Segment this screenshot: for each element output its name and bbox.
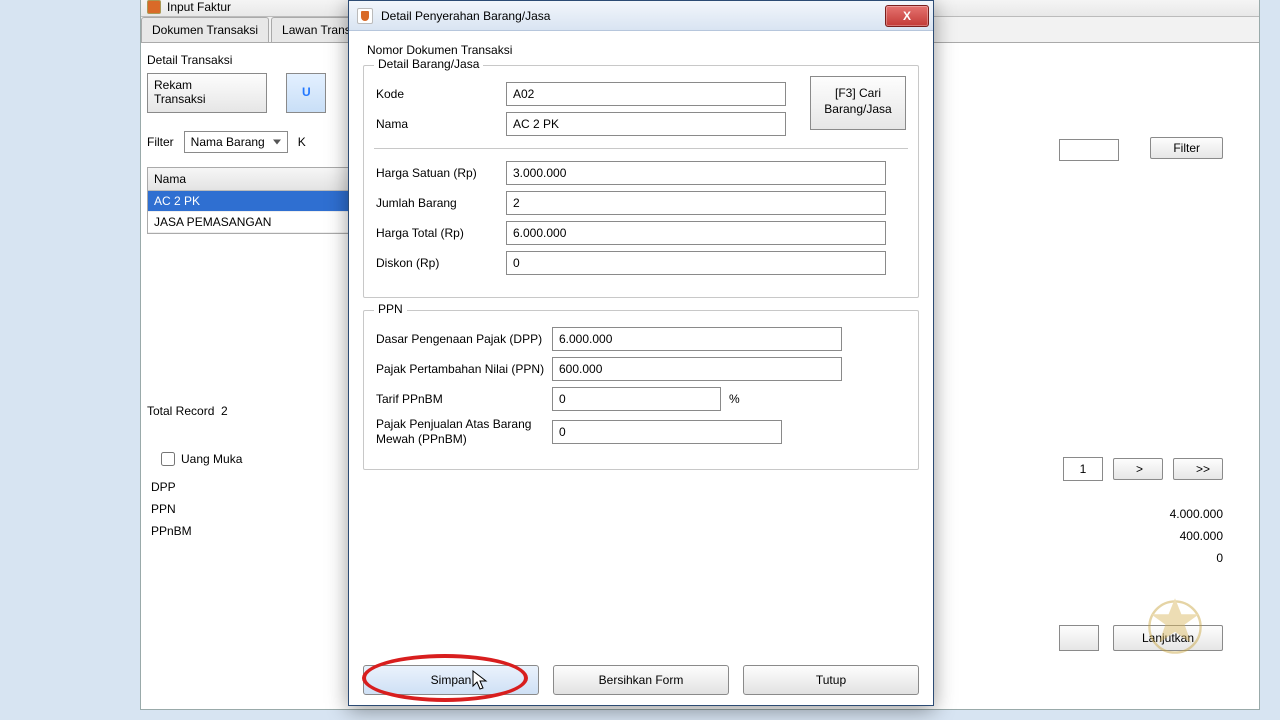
summary-ppn-value: 400.000 [1170,525,1223,547]
close-icon: X [903,9,911,23]
filter-label: Filter [147,135,174,149]
next-page-button[interactable]: > [1113,458,1163,480]
ppn-title: PPN [374,302,407,316]
last-page-button[interactable]: >> [1173,458,1223,480]
dialog-body: Nomor Dokumen Transaksi Detail Barang/Ja… [349,31,933,490]
close-button[interactable]: X [885,5,929,27]
harga-satuan-label: Harga Satuan (Rp) [376,166,506,180]
ppnbm-input[interactable] [552,420,782,444]
diskon-input[interactable] [506,251,886,275]
uang-muka-checkbox[interactable] [161,452,175,466]
java-icon [357,8,373,24]
cari-line1: [F3] Cari [811,85,905,101]
simpan-button[interactable]: Simpan [363,665,539,695]
right-filter-input[interactable] [1059,139,1119,161]
jumlah-barang-input[interactable] [506,191,886,215]
lanjutkan-button[interactable]: Lanjutkan [1113,625,1223,651]
tab-dokumen-transaksi[interactable]: Dokumen Transaksi [141,17,269,42]
tarif-ppnbm-input[interactable] [552,387,721,411]
dpp-input[interactable] [552,327,842,351]
dialog-footer: Simpan Bersihkan Form Tutup [349,665,933,695]
detail-penyerahan-dialog: Detail Penyerahan Barang/Jasa X Nomor Do… [348,0,934,706]
filter-k: K [298,135,306,149]
dialog-title: Detail Penyerahan Barang/Jasa [381,9,550,23]
total-record-label: Total Record [147,404,214,418]
harga-total-label: Harga Total (Rp) [376,226,506,240]
nomor-dokumen-label: Nomor Dokumen Transaksi [367,43,919,57]
page-input[interactable] [1063,457,1103,481]
bersihkan-form-button[interactable]: Bersihkan Form [553,665,729,695]
harga-satuan-input[interactable] [506,161,886,185]
parent-title: Input Faktur [167,0,231,14]
simpan-label: Simpan [431,673,472,687]
detail-barang-title: Detail Barang/Jasa [374,57,483,71]
cari-line2: Barang/Jasa [811,101,905,117]
total-record-value: 2 [221,404,228,418]
tarif-ppnbm-label: Tarif PPnBM [376,392,552,407]
detail-barang-group: Detail Barang/Jasa [F3] Cari Barang/Jasa… [363,65,919,298]
summary-ppnbm-value: 0 [1170,547,1223,569]
tutup-button[interactable]: Tutup [743,665,919,695]
dialog-titlebar: Detail Penyerahan Barang/Jasa X [349,1,933,31]
summary-dpp-value: 4.000.000 [1170,503,1223,525]
kode-label: Kode [376,87,506,101]
separator [374,148,908,149]
ppn-label: Pajak Pertambahan Nilai (PPN) [376,362,552,377]
summary-values: 4.000.000 400.000 0 [1170,503,1223,569]
ppnbm-label: Pajak Penjualan Atas Barang Mewah (PPnBM… [376,417,552,447]
hidden-box [1059,625,1099,651]
nama-input[interactable] [506,112,786,136]
filter-button[interactable]: Filter [1150,137,1223,159]
nama-label: Nama [376,117,506,131]
rekam-transaksi-button[interactable]: Rekam Transaksi [147,73,267,113]
diskon-label: Diskon (Rp) [376,256,506,270]
ppn-input[interactable] [552,357,842,381]
kode-input[interactable] [506,82,786,106]
page-nav: > >> [1063,457,1223,481]
percent-label: % [729,392,740,406]
jumlah-barang-label: Jumlah Barang [376,196,506,210]
ppn-group: PPN Dasar Pengenaan Pajak (DPP) Pajak Pe… [363,310,919,470]
dpp-label: Dasar Pengenaan Pajak (DPP) [376,332,552,347]
ubah-button[interactable]: U [286,73,326,113]
bersihkan-label: Bersihkan Form [599,673,684,687]
cari-barang-button[interactable]: [F3] Cari Barang/Jasa [810,76,906,130]
java-icon [147,0,161,14]
uang-muka-label: Uang Muka [181,452,242,466]
filter-select[interactable]: Nama Barang [184,131,288,153]
tutup-label: Tutup [816,673,846,687]
harga-total-input[interactable] [506,221,886,245]
